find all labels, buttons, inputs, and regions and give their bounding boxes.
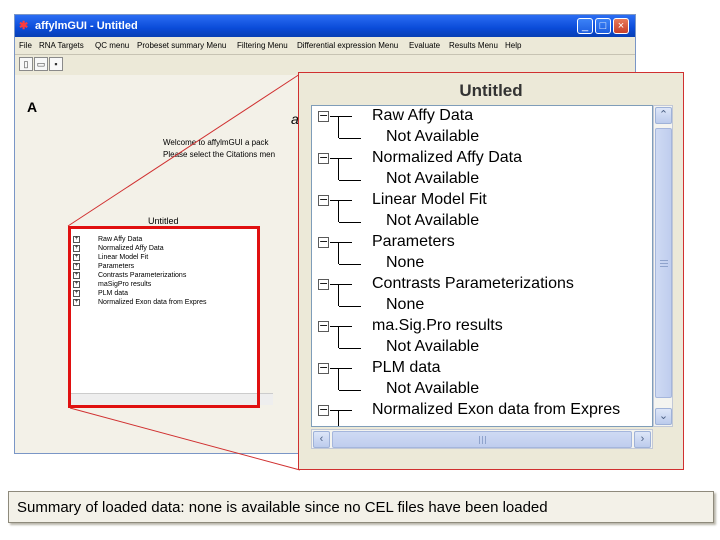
summary-tree: − Raw Affy Data Not Available − Normaliz…: [311, 105, 653, 427]
tree-connector: [330, 410, 352, 411]
welcome-line-2: Please select the Citations men: [163, 150, 276, 159]
welcome-text: Welcome to affylmGUI a pack Please selec…: [163, 137, 275, 161]
tree-node-plm-data[interactable]: − PLM data: [312, 358, 652, 390]
grip-line: [660, 263, 668, 264]
tree-leaf-label: Not Available: [386, 338, 480, 355]
tree-connector: [339, 306, 361, 307]
grip-line: [479, 436, 480, 444]
tree-node-label: Normalized Affy Data: [372, 149, 522, 166]
menu-bar: File RNA Targets QC menu Probeset summar…: [15, 37, 635, 55]
welcome-line-1: Welcome to affylmGUI a pack: [163, 138, 269, 147]
tree-leaf-label: None: [386, 296, 425, 313]
zoom-panel: Untitled − Raw Affy Data Not Available −…: [298, 72, 684, 470]
tree-node-normalized-exon-data[interactable]: − Normalized Exon data from Expres: [312, 400, 652, 426]
window-title: affylmGUI - Untitled: [35, 20, 138, 32]
tree-connector: [330, 242, 352, 243]
tree-leaf[interactable]: Not Available: [312, 169, 652, 190]
horizontal-scrollbar[interactable]: ‹ ›: [311, 429, 653, 449]
tree-node-masigpro-results[interactable]: − ma.Sig.Pro results: [312, 316, 652, 348]
menu-file[interactable]: File: [19, 39, 32, 52]
grip-line: [485, 436, 486, 444]
tree-leaf[interactable]: Not Available: [312, 127, 652, 148]
horizontal-scroll-thumb[interactable]: [332, 431, 632, 448]
tree-connector: [339, 390, 361, 391]
title-bar[interactable]: ✱ affylmGUI - Untitled _ □ ×: [15, 15, 635, 37]
tree-connector: [330, 326, 352, 327]
tree-node-linear-model-fit[interactable]: − Linear Model Fit: [312, 190, 652, 222]
tree-leaf[interactable]: Not Available: [312, 211, 652, 232]
tree-connector: [330, 116, 352, 117]
collapse-icon[interactable]: −: [318, 236, 329, 248]
menu-probeset-summary[interactable]: Probeset summary Menu: [137, 39, 226, 52]
tree-node-label: PLM data: [372, 359, 441, 376]
tree-connector: [338, 411, 339, 426]
tree-node-parameters[interactable]: − Parameters: [312, 232, 652, 264]
tree-leaf[interactable]: None: [312, 253, 652, 274]
scroll-up-icon[interactable]: ⌃: [655, 107, 672, 124]
tree-connector: [339, 264, 361, 265]
menu-filtering[interactable]: Filtering Menu: [237, 39, 288, 52]
tree-node-label: Parameters: [372, 233, 455, 250]
menu-help[interactable]: Help: [505, 39, 521, 52]
zoom-panel-title: Untitled: [459, 81, 523, 100]
collapse-icon[interactable]: −: [318, 362, 329, 374]
menu-evaluate[interactable]: Evaluate: [409, 39, 440, 52]
tree-leaf[interactable]: Not Available: [312, 379, 652, 400]
tree-node-label: Linear Model Fit: [372, 191, 487, 208]
figure-caption: Summary of loaded data: none is availabl…: [8, 491, 714, 523]
minimize-button[interactable]: _: [577, 18, 593, 34]
tree-connector: [339, 348, 361, 349]
tree-connector: [330, 368, 352, 369]
menu-differential-expression[interactable]: Differential expression Menu: [297, 39, 398, 52]
highlight-box: [68, 226, 260, 408]
scroll-down-icon[interactable]: ⌄: [655, 408, 672, 425]
tree-connector: [339, 138, 361, 139]
small-tree-title: Untitled: [148, 216, 179, 226]
collapse-icon[interactable]: −: [318, 404, 329, 416]
open-folder-icon[interactable]: ▭: [34, 57, 48, 71]
grip-line: [660, 266, 668, 267]
collapse-icon[interactable]: −: [318, 278, 329, 290]
tree-node-label: Normalized Exon data from Expres: [372, 401, 621, 418]
tree-connector: [330, 200, 352, 201]
collapse-icon[interactable]: −: [318, 110, 329, 122]
tree-node-label: ma.Sig.Pro results: [372, 317, 503, 334]
tree-node-label: Raw Affy Data: [372, 107, 474, 124]
tree-leaf[interactable]: Not Available: [312, 337, 652, 358]
affylmgui-logo-icon: ✱: [19, 20, 29, 32]
tree-leaf-label: Not Available: [386, 170, 480, 187]
tree-leaf-label: Not Available: [386, 128, 480, 145]
scroll-left-icon[interactable]: ‹: [313, 431, 330, 448]
tree-connector: [330, 158, 352, 159]
grip-line: [660, 260, 668, 261]
tree-leaf[interactable]: None: [312, 295, 652, 316]
tree-leaf-label: Not Available: [386, 212, 480, 229]
menu-qc[interactable]: QC menu: [95, 39, 129, 52]
collapse-icon[interactable]: −: [318, 320, 329, 332]
caption-text: Summary of loaded data: none is availabl…: [17, 499, 548, 516]
collapse-icon[interactable]: −: [318, 152, 329, 164]
vertical-scroll-thumb[interactable]: [655, 128, 672, 398]
tree-node-normalized-affy-data[interactable]: − Normalized Affy Data: [312, 148, 652, 180]
new-file-icon[interactable]: ▯: [19, 57, 33, 71]
close-button[interactable]: ×: [613, 18, 629, 34]
tree-node-contrasts-parameterizations[interactable]: − Contrasts Parameterizations: [312, 274, 652, 306]
screenshot-stage: ✱ affylmGUI - Untitled _ □ × File RNA Ta…: [0, 0, 720, 540]
tree-leaf-label: Not Available: [386, 380, 480, 397]
collapse-icon[interactable]: −: [318, 194, 329, 206]
scroll-right-icon[interactable]: ›: [634, 431, 651, 448]
maximize-button[interactable]: □: [595, 18, 611, 34]
figure-label-a: A: [27, 99, 38, 115]
tree-node-raw-affy-data[interactable]: − Raw Affy Data: [312, 106, 652, 138]
vertical-scrollbar[interactable]: ⌃ ⌄: [653, 105, 673, 427]
menu-rna-targets[interactable]: RNA Targets: [39, 39, 84, 52]
menu-results[interactable]: Results Menu: [449, 39, 498, 52]
tree-leaf-label: None: [386, 254, 425, 271]
tree-connector: [339, 222, 361, 223]
save-icon[interactable]: ▪: [49, 57, 63, 71]
grip-line: [482, 436, 483, 444]
tree-connector: [339, 180, 361, 181]
tree-node-label: Contrasts Parameterizations: [372, 275, 574, 292]
tree-connector: [330, 284, 352, 285]
